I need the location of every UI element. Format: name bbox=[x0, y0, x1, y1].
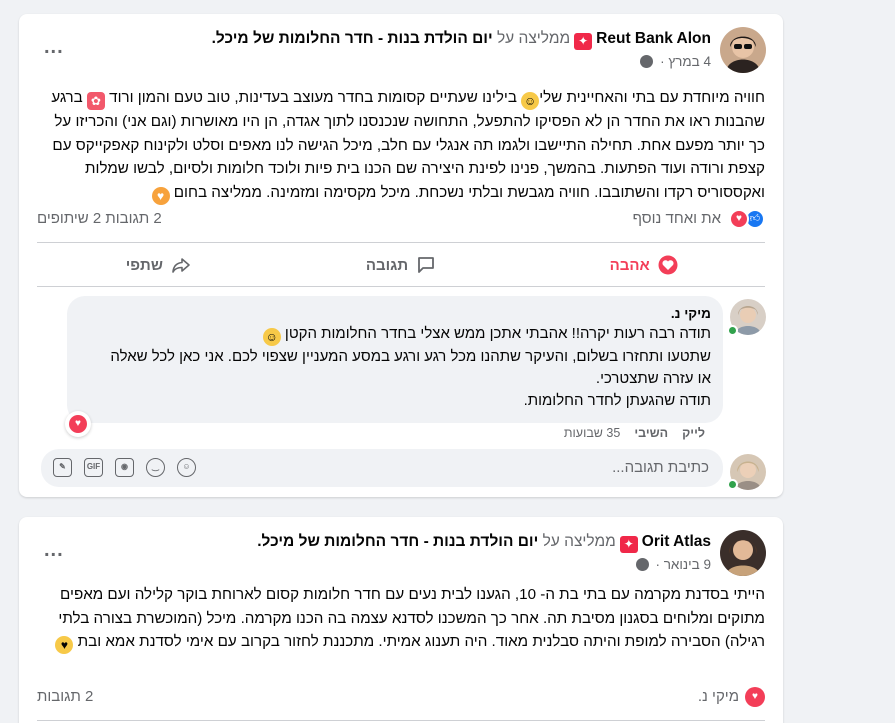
divider bbox=[37, 242, 765, 243]
author-name[interactable]: Orit Atlas bbox=[642, 533, 711, 550]
post-header: Orit Atlas✦ממליצה על יום הולדת בנות - חד… bbox=[257, 533, 711, 553]
comments-shares-count[interactable]: 2 תגובות 2 שיתופים bbox=[37, 210, 162, 227]
emoji-icon[interactable]: ‿ bbox=[146, 458, 165, 477]
smile-emoji-icon: ☺ bbox=[262, 328, 281, 346]
heart-icon: ♥ bbox=[69, 415, 87, 433]
reactions-summary: 👍︎ ♥ את ואחד נוסף 2 תגובות 2 שיתופים bbox=[37, 207, 765, 229]
recommend-icon: ✦ bbox=[619, 536, 638, 553]
reaction-names[interactable]: את ואחד נוסף bbox=[633, 210, 721, 227]
heart-icon bbox=[658, 255, 678, 275]
author-avatar[interactable] bbox=[720, 27, 766, 73]
reply-tools: ✎ GIF ◉ ‿ ☺ bbox=[53, 458, 196, 477]
share-button[interactable]: שתפי bbox=[37, 246, 280, 284]
comment-icon bbox=[418, 257, 435, 273]
love-reaction-icon: ♥ bbox=[729, 209, 749, 229]
globe-icon bbox=[640, 55, 654, 68]
post-text: הייתי בסדנת מקרמה עם בתי בת ה- 10, הגענו… bbox=[35, 583, 765, 655]
more-options-button[interactable]: ... bbox=[44, 36, 64, 59]
online-status-icon bbox=[727, 479, 738, 490]
avatar-sticker-icon[interactable]: ☺ bbox=[177, 458, 196, 477]
ribbon-emoji-icon: ✿ bbox=[86, 92, 105, 110]
reaction-icons[interactable]: 👍︎ ♥ bbox=[725, 209, 765, 229]
reply-placeholder: כתיבת תגובה... bbox=[612, 459, 709, 476]
divider bbox=[37, 286, 765, 287]
recommends-label: ממליצה על bbox=[496, 30, 571, 47]
author-name[interactable]: Reut Bank Alon bbox=[596, 30, 711, 47]
comment-age[interactable]: 35 שבועות bbox=[564, 426, 620, 440]
gift-heart-emoji-icon: ♥ bbox=[151, 186, 170, 205]
love-reaction-icon[interactable]: ♥ bbox=[745, 687, 765, 707]
heart-eyes-emoji-icon: ♥ bbox=[55, 636, 74, 655]
post-date[interactable]: 4 במרץ · bbox=[656, 54, 711, 69]
comment-button[interactable]: תגובה bbox=[280, 246, 523, 284]
comment-bubble: מיקי נ. תודה רבה רעות יקרה!! אהבתי אתכן … bbox=[65, 296, 723, 437]
reply-input[interactable]: כתיבת תגובה... ✎ GIF ◉ ‿ ☺ bbox=[41, 449, 723, 487]
online-status-icon bbox=[727, 325, 738, 336]
comment-like-button[interactable]: לייק bbox=[682, 426, 705, 440]
comment-love-reaction[interactable]: ♥ bbox=[65, 411, 91, 437]
post-card: Reut Bank Alon✦ממליצה על יום הולדת בנות … bbox=[19, 14, 783, 497]
commenter-name[interactable]: מיקי נ. bbox=[79, 306, 711, 321]
recommends-label: ממליצה על bbox=[542, 533, 616, 550]
share-icon bbox=[172, 258, 190, 273]
gif-icon[interactable]: GIF bbox=[84, 458, 103, 477]
comment-reply-button[interactable]: השיבי bbox=[634, 426, 668, 440]
page-name-link[interactable]: יום הולדת בנות - חדר החלומות של מיכל. bbox=[257, 533, 538, 550]
page-name-link[interactable]: יום הולדת בנות - חדר החלומות של מיכל. bbox=[212, 30, 493, 47]
post-header: Reut Bank Alon✦ממליצה על יום הולדת בנות … bbox=[212, 30, 711, 50]
more-options-button[interactable]: ... bbox=[44, 539, 64, 562]
post-card: Orit Atlas✦ממליצה על יום הולדת בנות - חד… bbox=[19, 517, 783, 723]
camera-icon[interactable]: ◉ bbox=[115, 458, 134, 477]
post-meta: 4 במרץ · bbox=[640, 54, 711, 69]
divider bbox=[37, 720, 765, 721]
globe-icon bbox=[635, 558, 649, 571]
comments-count[interactable]: 2 תגובות bbox=[37, 688, 93, 705]
comment-text: תודה רבה רעות יקרה!! אהבתי אתכן ממש אצלי… bbox=[110, 325, 711, 409]
recommend-icon: ✦ bbox=[574, 33, 593, 50]
reactions-summary: ♥ מיקי נ. 2 תגובות bbox=[37, 685, 765, 709]
smiling-hearts-emoji-icon: ☺ bbox=[521, 92, 540, 110]
post-date[interactable]: 9 בינואר · bbox=[652, 557, 711, 572]
post-meta: 9 בינואר · bbox=[635, 557, 711, 572]
reaction-names[interactable]: מיקי נ. bbox=[698, 688, 739, 705]
love-button[interactable]: אהבה bbox=[522, 246, 765, 284]
post-text: חוויה מיוחדת עם בתי והאחיינית שלי☺ בילינ… bbox=[51, 89, 765, 205]
post-action-bar: אהבה תגובה שתפי bbox=[37, 246, 765, 284]
author-avatar[interactable] bbox=[720, 530, 766, 576]
comment-actions: לייק השיבי 35 שבועות bbox=[564, 426, 705, 440]
sticker-icon[interactable]: ✎ bbox=[53, 458, 72, 477]
